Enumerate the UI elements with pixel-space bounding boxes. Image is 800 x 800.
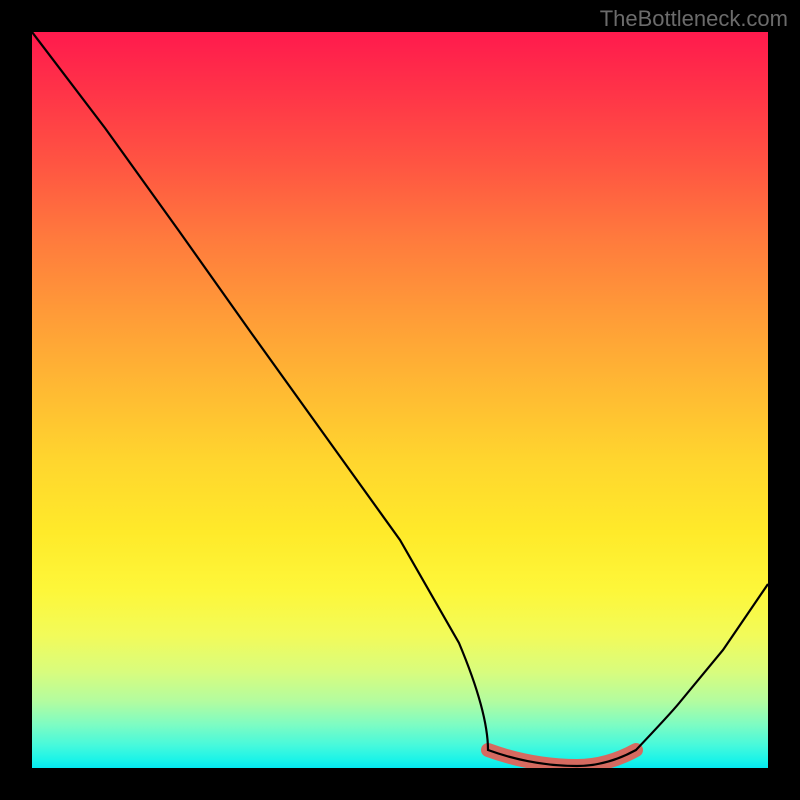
bottleneck-curve <box>32 32 768 766</box>
watermark-text: TheBottleneck.com <box>600 6 788 32</box>
plot-area <box>32 32 768 768</box>
chart-svg <box>32 32 768 768</box>
